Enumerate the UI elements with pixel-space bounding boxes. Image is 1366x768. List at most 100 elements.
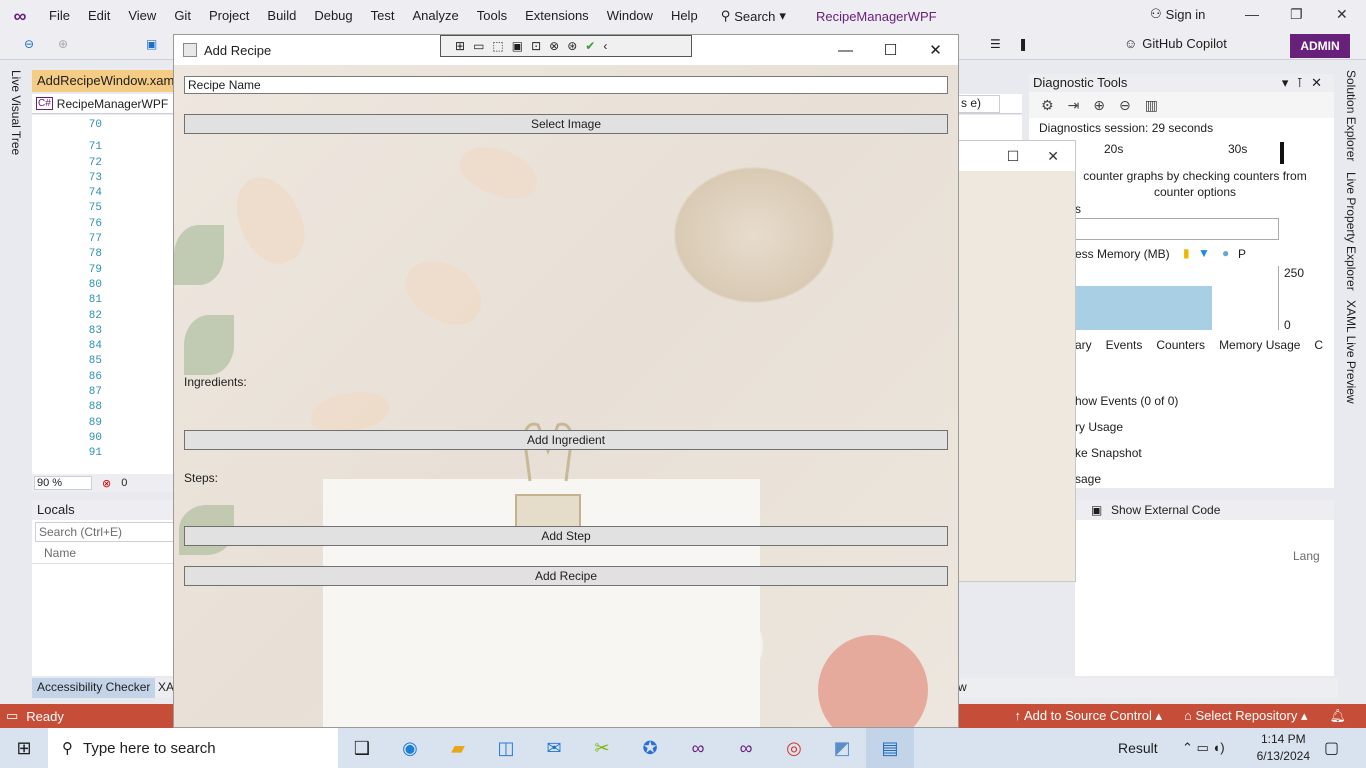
record-icon[interactable]: ▭: [473, 39, 484, 53]
back-window-close-icon[interactable]: ✕: [1047, 148, 1059, 165]
close-icon[interactable]: ✕: [1336, 6, 1348, 23]
taskbar-clock[interactable]: 1:14 PM 6/13/2024: [1257, 731, 1310, 765]
tab-xa[interactable]: XA: [158, 680, 174, 694]
chrome-icon[interactable]: ◎: [770, 728, 818, 768]
dialog-maximize-icon[interactable]: ☐: [868, 35, 913, 65]
sign-in-button[interactable]: ⚇ Sign in: [1150, 6, 1205, 22]
csharp-project-icon: C#: [36, 97, 53, 110]
zoom-out-icon[interactable]: ⊖: [1119, 97, 1131, 114]
tab-live-visual-tree[interactable]: Live Visual Tree: [9, 70, 23, 155]
tab-memory-usage[interactable]: Memory Usage: [1219, 338, 1300, 356]
recipe-app-icon[interactable]: ▤: [866, 728, 914, 768]
save-icon[interactable]: ▣: [146, 37, 157, 51]
menu-extensions[interactable]: Extensions: [516, 0, 598, 32]
add-ingredient-button[interactable]: Add Ingredient: [184, 430, 948, 450]
take-snapshot-row[interactable]: ke Snapshot: [1075, 440, 1315, 466]
go-to-live-visual-tree-icon[interactable]: ⊞: [455, 39, 465, 53]
recipe-name-input[interactable]: Recipe Name: [184, 76, 948, 94]
locals-lang-column[interactable]: Lang: [1293, 549, 1320, 563]
zoom-in-icon[interactable]: ⊕: [1093, 97, 1105, 114]
tool-icon[interactable]: ✂: [578, 728, 626, 768]
tab-solution-explorer[interactable]: Solution Explorer: [1344, 70, 1358, 161]
restore-icon[interactable]: ❐: [1290, 6, 1303, 23]
menu-view[interactable]: View: [119, 0, 165, 32]
export-icon[interactable]: ⇥: [1068, 97, 1080, 114]
menu-file[interactable]: File: [40, 0, 79, 32]
diagnostic-tools-title: Diagnostic Tools: [1033, 75, 1128, 90]
app-icon[interactable]: ◩: [818, 728, 866, 768]
file-explorer-icon[interactable]: ▰: [434, 728, 482, 768]
diagnostic-tabs: ary Events Counters Memory Usage C: [1075, 338, 1330, 356]
menu-debug[interactable]: Debug: [305, 0, 361, 32]
notifications-icon[interactable]: ▢: [1324, 738, 1339, 758]
memory-usage-row[interactable]: ry Usage: [1075, 414, 1315, 440]
menu-help[interactable]: Help: [662, 0, 707, 32]
menu-tools[interactable]: Tools: [468, 0, 516, 32]
select-element-icon[interactable]: ⬚: [492, 39, 503, 53]
visual-studio-icon-2[interactable]: ∞: [722, 728, 770, 768]
menu-git[interactable]: Git: [165, 0, 200, 32]
select-image-button[interactable]: Select Image: [184, 114, 948, 134]
tray-icons[interactable]: ⌃ ▭ ◖): [1182, 740, 1225, 756]
tab-counters[interactable]: Counters: [1156, 338, 1205, 356]
tab-w[interactable]: w: [958, 680, 967, 694]
menu-analyze[interactable]: Analyze: [403, 0, 467, 32]
tab-live-property-explorer[interactable]: Live Property Explorer: [1344, 172, 1358, 291]
back-window-restore-icon[interactable]: ☐: [1007, 148, 1020, 165]
menu-build[interactable]: Build: [258, 0, 305, 32]
taskbar-search-box[interactable]: ⚲ Type here to search: [48, 728, 338, 768]
admin-badge[interactable]: ADMIN: [1290, 34, 1350, 58]
visual-studio-icon[interactable]: ∞: [674, 728, 722, 768]
mail-icon[interactable]: ✉: [530, 728, 578, 768]
memory-area: [1076, 286, 1212, 330]
menu-window[interactable]: Window: [598, 0, 662, 32]
bookmark-icon[interactable]: ❚: [1018, 37, 1028, 51]
dialog-close-icon[interactable]: ✕: [913, 35, 958, 65]
display-layout-adorners-icon[interactable]: ▣: [512, 39, 523, 53]
track-focus-icon[interactable]: ⊡: [531, 39, 541, 53]
add-recipe-button[interactable]: Add Recipe: [184, 566, 948, 586]
gear-icon[interactable]: ⚙: [1041, 97, 1054, 114]
menu-test[interactable]: Test: [362, 0, 404, 32]
tomato-image: [818, 635, 928, 727]
minimize-icon[interactable]: —: [1245, 6, 1259, 22]
binding-failures-icon[interactable]: ⊗: [549, 39, 559, 53]
tab-summary[interactable]: ary: [1075, 338, 1092, 356]
copilot-icon: ☺: [1124, 36, 1138, 51]
add-to-source-control-button[interactable]: ↑ Add to Source Control ▴: [1015, 708, 1162, 724]
forward-icon[interactable]: ⊕: [58, 37, 68, 51]
collapse-toolbar-icon[interactable]: ‹: [603, 39, 607, 53]
menu-project[interactable]: Project: [200, 0, 258, 32]
tab-accessibility-checker[interactable]: Accessibility Checker: [32, 678, 156, 698]
copilot-button[interactable]: ☺ GitHub Copilot: [1124, 36, 1227, 51]
member-dropdown[interactable]: s e): [958, 95, 1000, 113]
error-count[interactable]: 0: [121, 477, 127, 489]
tab-events[interactable]: Events: [1106, 338, 1143, 356]
zoom-dropdown[interactable]: 90 %: [34, 476, 92, 490]
result-tray-label[interactable]: Result: [1118, 740, 1158, 756]
task-view-icon[interactable]: ❑: [338, 728, 386, 768]
show-events-row[interactable]: how Events (0 of 0): [1075, 388, 1315, 414]
chart-icon[interactable]: ▥: [1145, 97, 1158, 114]
menu-edit[interactable]: Edit: [79, 0, 119, 32]
store-icon[interactable]: ◫: [482, 728, 530, 768]
back-icon[interactable]: ⊖: [24, 37, 34, 51]
notification-bell-icon[interactable]: 🔔︎: [1329, 708, 1346, 724]
windows-start-icon[interactable]: ⊞: [0, 728, 48, 768]
show-external-code-button[interactable]: Show External Code: [1111, 503, 1220, 517]
search-button[interactable]: ⚲ Search ▾: [721, 8, 786, 24]
pin-icon[interactable]: ▾⊺✕: [1282, 75, 1330, 91]
tab-xaml-live-preview[interactable]: XAML Live Preview: [1344, 300, 1358, 404]
edge-icon[interactable]: ◉: [386, 728, 434, 768]
tab-cpu[interactable]: C: [1314, 338, 1323, 356]
accessibility-icon[interactable]: ⊛: [567, 39, 577, 53]
add-step-button[interactable]: Add Step: [184, 526, 948, 546]
check-icon[interactable]: ✔: [585, 39, 595, 53]
project-dropdown[interactable]: RecipeManagerWPF: [57, 97, 168, 111]
accessibility-app-icon[interactable]: ✪: [626, 728, 674, 768]
select-repository-button[interactable]: ⌂ Select Repository ▴: [1184, 708, 1308, 724]
cpu-usage-row[interactable]: sage: [1075, 466, 1315, 492]
xaml-debug-toolbar: ⊞ ▭ ⬚ ▣ ⊡ ⊗ ⊛ ✔ ‹: [440, 35, 692, 57]
dialog-minimize-icon[interactable]: —: [823, 35, 868, 65]
format-icon[interactable]: ☰: [990, 37, 1001, 51]
